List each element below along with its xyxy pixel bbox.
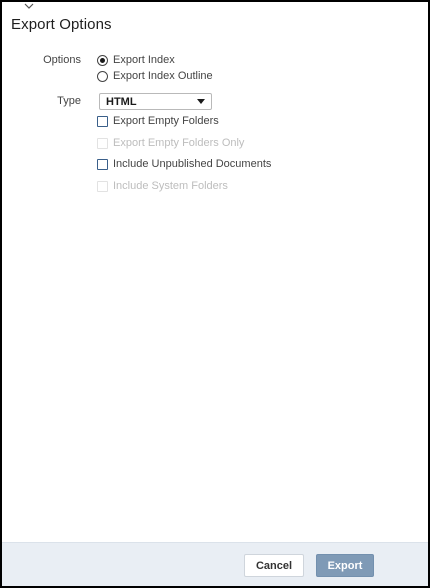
checkbox-icon[interactable]: [97, 158, 108, 170]
type-label: Type: [57, 95, 81, 107]
checkbox-icon: [97, 180, 108, 192]
radio-export-index-outline[interactable]: Export Index Outline: [97, 70, 213, 82]
type-select[interactable]: HTML: [99, 93, 212, 110]
export-options-dialog: Export Options Options Export Index Expo…: [0, 0, 430, 588]
checkbox-include-unpublished-documents-label: Include Unpublished Documents: [113, 158, 272, 170]
radio-unselected-icon[interactable]: [97, 70, 108, 82]
dialog-footer: Cancel Export: [2, 542, 428, 586]
radio-export-index[interactable]: Export Index: [97, 54, 175, 66]
checkbox-export-empty-folders[interactable]: Export Empty Folders: [97, 115, 219, 127]
checkbox-export-empty-folders-label: Export Empty Folders: [113, 115, 219, 127]
checkbox-icon[interactable]: [97, 115, 108, 127]
chevron-down-icon: [197, 99, 205, 104]
checkbox-icon: [97, 137, 108, 149]
checkbox-export-empty-folders-only: Export Empty Folders Only: [97, 137, 244, 149]
checkbox-include-system-folders: Include System Folders: [97, 180, 228, 192]
checkbox-export-empty-folders-only-label: Export Empty Folders Only: [113, 137, 245, 149]
options-label: Options: [43, 54, 81, 66]
dialog-title: Export Options: [11, 16, 112, 33]
type-select-value: HTML: [106, 95, 137, 108]
checkbox-include-system-folders-label: Include System Folders: [113, 180, 228, 192]
checkbox-include-unpublished-documents[interactable]: Include Unpublished Documents: [97, 158, 271, 170]
radio-export-index-outline-label: Export Index Outline: [113, 70, 213, 82]
radio-selected-icon[interactable]: [97, 54, 108, 66]
resize-handle-icon[interactable]: [24, 3, 34, 11]
radio-export-index-label: Export Index: [113, 54, 175, 66]
export-button[interactable]: Export: [316, 554, 374, 577]
cancel-button[interactable]: Cancel: [244, 554, 304, 577]
